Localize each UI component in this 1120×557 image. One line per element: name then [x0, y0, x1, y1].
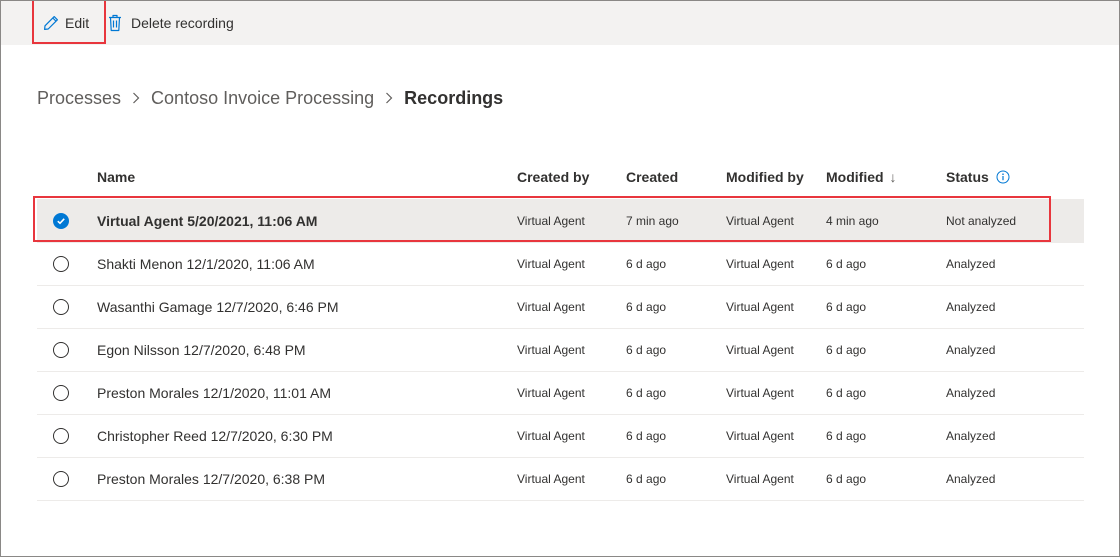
table-row[interactable]: Shakti Menon 12/1/2020, 11:06 AM Virtual …	[37, 243, 1084, 286]
sort-descending-icon: ↓	[889, 168, 897, 185]
column-header-created[interactable]: Created	[626, 155, 678, 198]
row-name[interactable]: Virtual Agent 5/20/2021, 11:06 AM	[97, 200, 317, 242]
trash-icon	[108, 14, 122, 32]
row-radio-button[interactable]	[53, 342, 69, 358]
row-created-by: Virtual Agent	[517, 214, 585, 228]
delete-recording-label: Delete recording	[131, 15, 234, 31]
info-icon[interactable]	[996, 170, 1010, 184]
row-created: 6 d ago	[626, 472, 667, 486]
breadcrumb-current: Recordings	[404, 87, 504, 108]
row-name[interactable]: Christopher Reed 12/7/2020, 6:30 PM	[97, 415, 333, 457]
row-radio-button[interactable]	[53, 385, 69, 401]
row-created: 6 d ago	[626, 429, 667, 443]
row-modified-by: Virtual Agent	[726, 429, 794, 443]
row-created: 6 d ago	[626, 343, 667, 357]
row-created-by: Virtual Agent	[517, 300, 585, 314]
row-radio-button[interactable]	[53, 471, 69, 487]
row-created-by: Virtual Agent	[517, 257, 585, 271]
checked-circle-icon[interactable]	[53, 213, 69, 229]
row-name[interactable]: Preston Morales 12/7/2020, 6:38 PM	[97, 458, 325, 500]
table-row[interactable]: Wasanthi Gamage 12/7/2020, 6:46 PM Virtua…	[37, 286, 1084, 329]
row-modified-by: Virtual Agent	[726, 257, 794, 271]
column-header-name[interactable]: Name	[97, 155, 135, 198]
row-created-by: Virtual Agent	[517, 386, 585, 400]
row-modified: 6 d ago	[826, 429, 867, 443]
recordings-table: Name Created by Created Modified by Modi…	[37, 155, 1084, 501]
row-modified: 6 d ago	[826, 300, 867, 314]
row-modified-by: Virtual Agent	[726, 300, 794, 314]
column-header-modified-by[interactable]: Modified by	[726, 155, 804, 198]
table-row[interactable]: Egon Nilsson 12/7/2020, 6:48 PM Virtual A…	[37, 329, 1084, 372]
row-select-cell	[51, 200, 71, 242]
row-created-by: Virtual Agent	[517, 343, 585, 357]
row-select-cell	[51, 329, 71, 371]
row-modified: 6 d ago	[826, 386, 867, 400]
breadcrumb: Processes Contoso Invoice Processing Rec…	[37, 87, 503, 109]
column-header-modified[interactable]: Modified ↓	[826, 155, 897, 198]
row-status: Analyzed	[946, 257, 996, 271]
table-row[interactable]: Christopher Reed 12/7/2020, 6:30 PM Virtu…	[37, 415, 1084, 458]
row-modified: 4 min ago	[826, 214, 879, 228]
command-bar: Edit Delete recording	[1, 1, 1119, 45]
row-created: 6 d ago	[626, 300, 667, 314]
row-radio-button[interactable]	[53, 428, 69, 444]
chevron-right-icon	[385, 92, 393, 104]
row-name[interactable]: Preston Morales 12/1/2020, 11:01 AM	[97, 372, 331, 414]
row-created: 7 min ago	[626, 214, 679, 228]
delete-recording-button[interactable]: Delete recording	[108, 1, 234, 45]
row-modified-by: Virtual Agent	[726, 472, 794, 486]
table-header: Name Created by Created Modified by Modi…	[37, 155, 1084, 200]
column-header-created-by[interactable]: Created by	[517, 155, 589, 198]
row-status: Analyzed	[946, 300, 996, 314]
table-body: Virtual Agent 5/20/2021, 11:06 AM Virtual…	[37, 200, 1084, 501]
breadcrumb-processes[interactable]: Processes	[37, 88, 121, 109]
row-status: Analyzed	[946, 343, 996, 357]
row-created: 6 d ago	[626, 386, 667, 400]
row-created-by: Virtual Agent	[517, 429, 585, 443]
table-row[interactable]: Preston Morales 12/7/2020, 6:38 PM Virtua…	[37, 458, 1084, 501]
row-radio-button[interactable]	[53, 256, 69, 272]
edit-label: Edit	[65, 15, 90, 31]
column-header-status[interactable]: Status	[946, 155, 1010, 198]
row-select-cell	[51, 458, 71, 500]
row-status: Analyzed	[946, 386, 996, 400]
row-name[interactable]: Wasanthi Gamage 12/7/2020, 6:46 PM	[97, 286, 339, 328]
breadcrumb-process-name[interactable]: Contoso Invoice Processing	[151, 88, 374, 109]
edit-button[interactable]: Edit	[43, 1, 89, 45]
row-select-cell	[51, 415, 71, 457]
modified-label: Modified	[826, 168, 884, 185]
row-select-cell	[51, 243, 71, 285]
row-status: Analyzed	[946, 429, 996, 443]
row-modified: 6 d ago	[826, 257, 867, 271]
row-select-cell	[51, 372, 71, 414]
pencil-icon	[43, 15, 59, 31]
chevron-right-icon	[132, 92, 140, 104]
row-name[interactable]: Egon Nilsson 12/7/2020, 6:48 PM	[97, 329, 306, 371]
row-modified: 6 d ago	[826, 472, 867, 486]
row-radio-button[interactable]	[53, 299, 69, 315]
app-window: Edit Delete recording Processes Contoso …	[0, 0, 1120, 557]
row-modified: 6 d ago	[826, 343, 867, 357]
status-label: Status	[946, 168, 989, 185]
row-modified-by: Virtual Agent	[726, 343, 794, 357]
row-modified-by: Virtual Agent	[726, 214, 794, 228]
row-created: 6 d ago	[626, 257, 667, 271]
row-modified-by: Virtual Agent	[726, 386, 794, 400]
row-status: Analyzed	[946, 472, 996, 486]
row-select-cell	[51, 286, 71, 328]
table-row[interactable]: Preston Morales 12/1/2020, 11:01 AM Virtu…	[37, 372, 1084, 415]
row-status: Not analyzed	[946, 214, 1017, 228]
row-name[interactable]: Shakti Menon 12/1/2020, 11:06 AM	[97, 243, 315, 285]
row-created-by: Virtual Agent	[517, 472, 585, 486]
table-row[interactable]: Virtual Agent 5/20/2021, 11:06 AM Virtual…	[37, 200, 1084, 243]
